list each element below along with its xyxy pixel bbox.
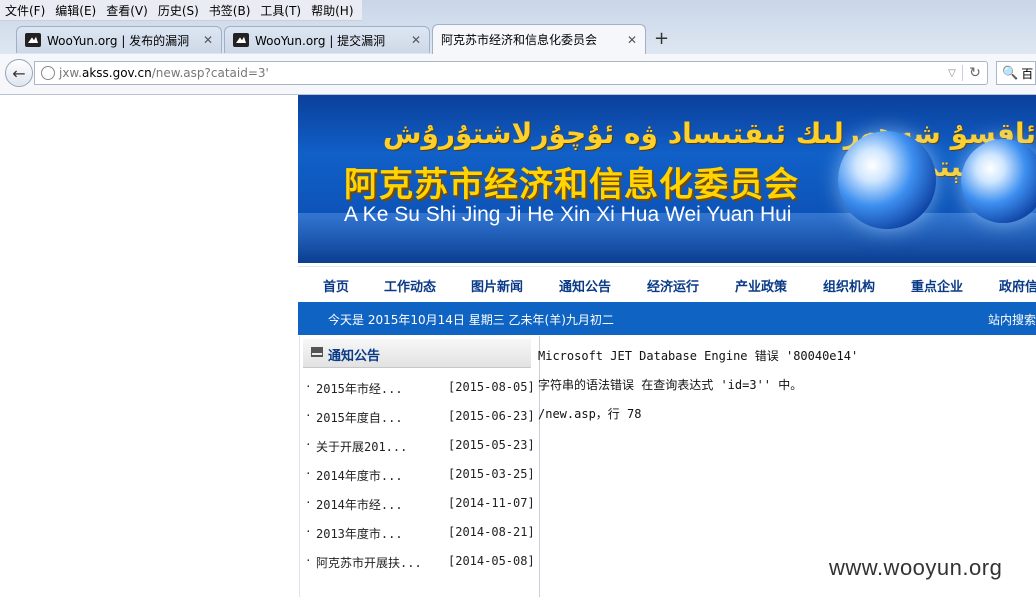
menu-bar: 文件(F) 编辑(E) 查看(V) 历史(S) 书签(B) 工具(T) 帮助(H…	[0, 0, 362, 21]
list-item[interactable]: · 2014年度市... [2015-03-25]	[300, 467, 539, 496]
close-tab-icon[interactable]: ✕	[411, 33, 421, 47]
search-box[interactable]: 🔍 百	[996, 61, 1036, 85]
menu-edit[interactable]: 编辑(E)	[50, 2, 101, 19]
tab-strip: WooYun.org | 发布的漏洞 ✕ WooYun.org | 提交漏洞 ✕…	[0, 24, 1036, 54]
tab-title: 阿克苏市经济和信息化委员会	[441, 33, 598, 47]
globe-icon	[41, 66, 55, 80]
error-line: 字符串的语法错误 在查询表达式 'id=3'' 中。	[538, 378, 803, 392]
nav-notices[interactable]: 通知公告	[559, 276, 611, 295]
error-line: Microsoft JET Database Engine 错误 '80040e…	[538, 349, 859, 363]
menu-help[interactable]: 帮助(H)	[306, 2, 358, 19]
current-date: 今天是 2015年10月14日 星期三 乙未年(羊)九月初二	[328, 313, 614, 327]
address-bar[interactable]: jxw.akss.gov.cn/new.asp?cataid=3' ▽ ↻	[34, 61, 988, 85]
tab-title: WooYun.org | 提交漏洞	[255, 33, 386, 48]
navigation-bar: ← jxw.akss.gov.cn/new.asp?cataid=3' ▽ ↻ …	[0, 54, 1036, 95]
wooyun-favicon-icon	[25, 33, 41, 47]
nav-photo-news[interactable]: 图片新闻	[471, 276, 523, 295]
banner-pinyin-title: A Ke Su Shi Jing Ji He Xin Xi Hua Wei Yu…	[344, 203, 792, 226]
date-bar: 今天是 2015年10月14日 星期三 乙未年(羊)九月初二 站内搜索	[298, 302, 1036, 335]
menu-view[interactable]: 查看(V)	[101, 2, 153, 19]
site-banner: ئاقسۇ شەھەرلىك ئىقتىساد ۋە ئۇچۇرلاشتۇرۇش…	[298, 95, 1036, 263]
nav-policy[interactable]: 产业政策	[735, 276, 787, 295]
tab-wooyun-submit[interactable]: WooYun.org | 提交漏洞 ✕	[224, 26, 430, 53]
error-line: /new.asp，行 78	[538, 407, 642, 421]
reload-icon[interactable]: ↻	[962, 65, 987, 81]
tab-title: WooYun.org | 发布的漏洞	[47, 33, 190, 48]
address-url: jxw.akss.gov.cn/new.asp?cataid=3'	[59, 66, 269, 80]
history-dropdown-icon[interactable]: ▽	[942, 68, 962, 79]
back-arrow-icon: ←	[12, 63, 26, 83]
list-item[interactable]: · 阿克苏市开展扶... [2014-05-08]	[300, 554, 539, 583]
mail-icon	[311, 347, 323, 357]
tab-aksu-active[interactable]: 阿克苏市经济和信息化委员会 ✕	[432, 24, 646, 54]
menu-tools[interactable]: 工具(T)	[255, 2, 306, 19]
banner-chinese-title: 阿克苏市经济和信息化委员会	[344, 165, 799, 205]
wooyun-favicon-icon	[233, 33, 249, 47]
list-item[interactable]: · 2015年市经... [2015-08-05]	[300, 380, 539, 409]
nav-government[interactable]: 政府信	[999, 276, 1036, 295]
globe-image	[961, 139, 1036, 223]
nav-key-enterprises[interactable]: 重点企业	[911, 276, 963, 295]
list-item[interactable]: · 2014年市经... [2014-11-07]	[300, 496, 539, 525]
menu-bookmarks[interactable]: 书签(B)	[204, 2, 256, 19]
site-search-label[interactable]: 站内搜索	[988, 311, 1036, 328]
search-placeholder: 百	[1021, 66, 1034, 81]
list-item[interactable]: · 2015年度自... [2015-06-23]	[300, 409, 539, 438]
close-tab-icon[interactable]: ✕	[203, 33, 213, 47]
nav-work-news[interactable]: 工作动态	[384, 276, 436, 295]
close-tab-icon[interactable]: ✕	[627, 33, 637, 47]
menu-file[interactable]: 文件(F)	[0, 2, 50, 19]
main-nav: 首页 工作动态 图片新闻 通知公告 经济运行 产业政策 组织机构 重点企业 政府…	[298, 266, 1036, 303]
search-icon: 🔍	[1002, 65, 1019, 81]
notice-panel: 通知公告 · 2015年市经... [2015-08-05] · 2015年度自...…	[299, 336, 540, 597]
list-item[interactable]: · 关于开展201... [2015-05-23]	[300, 438, 539, 467]
back-button[interactable]: ←	[5, 59, 33, 87]
nav-organization[interactable]: 组织机构	[823, 276, 875, 295]
watermark-text: www.wooyun.org	[829, 555, 1003, 580]
tab-wooyun-published[interactable]: WooYun.org | 发布的漏洞 ✕	[16, 26, 222, 53]
nav-home[interactable]: 首页	[323, 276, 349, 295]
menu-history[interactable]: 历史(S)	[153, 2, 204, 19]
list-item[interactable]: · 2013年度市... [2014-08-21]	[300, 525, 539, 554]
nav-economy[interactable]: 经济运行	[647, 276, 699, 295]
notice-list: · 2015年市经... [2015-08-05] · 2015年度自... [2015…	[300, 380, 539, 583]
notice-panel-title: 通知公告	[328, 349, 381, 364]
notice-panel-header: 通知公告	[303, 339, 531, 368]
new-tab-button[interactable]: +	[654, 28, 669, 49]
database-error-message: Microsoft JET Database Engine 错误 '80040e…	[538, 347, 858, 434]
globe-image	[838, 131, 936, 229]
